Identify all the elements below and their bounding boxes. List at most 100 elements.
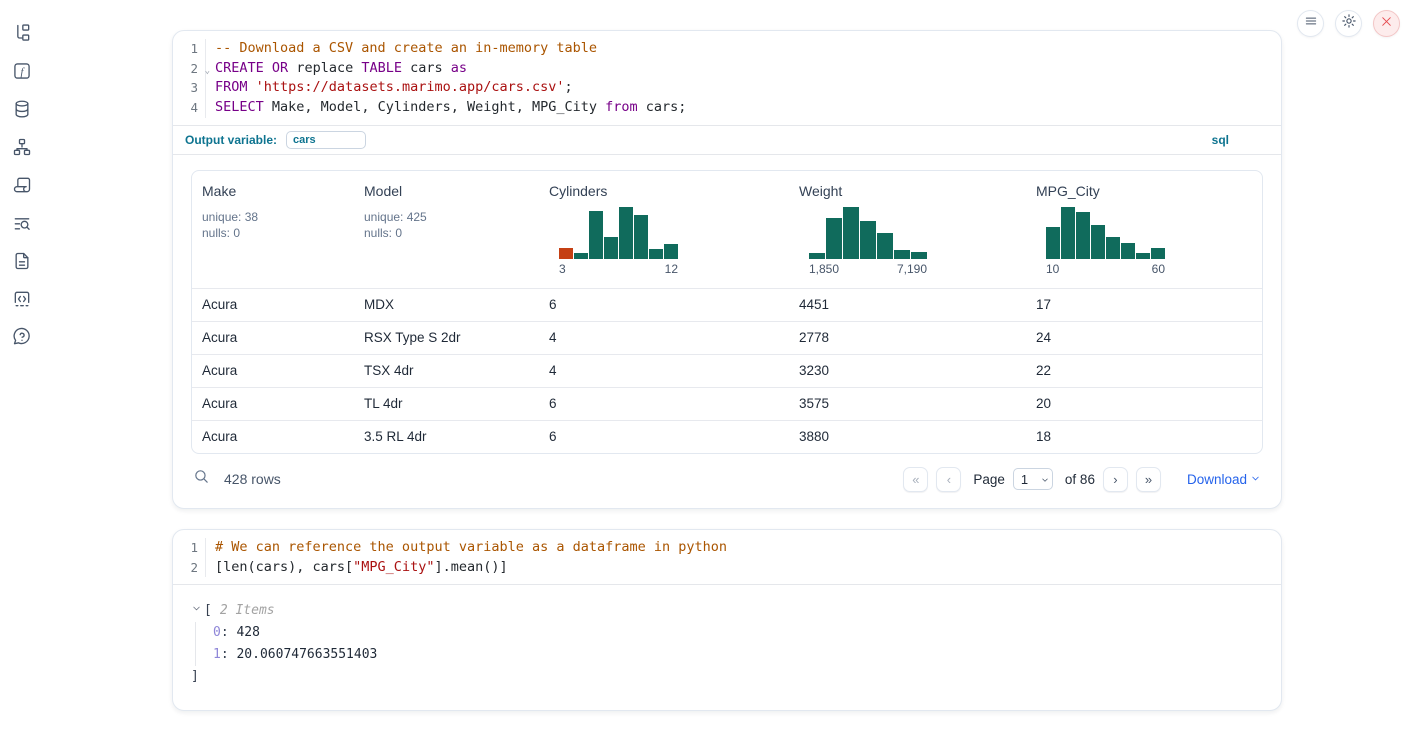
file-explorer-icon[interactable] (11, 22, 33, 44)
histogram-bar (826, 218, 842, 259)
histogram: 1060 (1046, 207, 1165, 276)
pagination: « ‹ Page 1 of 86 › » Download (903, 467, 1261, 492)
python-code-editor[interactable]: 1# We can reference the output variable … (173, 530, 1281, 584)
column-label: Make (202, 183, 354, 199)
first-page-button[interactable]: « (903, 467, 928, 492)
table-header: Make unique: 38nulls: 0Modelunique: 425nu… (192, 171, 1262, 288)
histogram-bar (664, 244, 678, 259)
histogram: 1,8507,190 (809, 207, 927, 276)
scratchpad-icon[interactable] (11, 174, 33, 196)
code-line: FROM 'https://datasets.marimo.app/cars.c… (206, 78, 573, 98)
line-number: 1 (173, 39, 206, 59)
code-line: [len(cars), cars["MPG_City"].mean()] (206, 558, 508, 578)
table-cell: MDX (354, 297, 539, 312)
table-cell: 3230 (789, 363, 1026, 378)
sql-output-area: Make unique: 38nulls: 0Modelunique: 425nu… (173, 155, 1281, 508)
histogram-bar (1136, 253, 1150, 259)
table-cell: 22 (1026, 363, 1262, 378)
table-body: AcuraMDX6445117AcuraRSX Type S 2dr427782… (192, 288, 1262, 453)
table-cell: 17 (1026, 297, 1262, 312)
open-bracket: [ (204, 600, 212, 622)
line-number: 1 (173, 538, 206, 558)
chevron-down-icon (1250, 472, 1261, 487)
column-stats: unique: 38nulls: 0 (202, 209, 354, 242)
histogram-bar (877, 233, 893, 259)
table-cell: 24 (1026, 330, 1262, 345)
hamburger-icon (1304, 14, 1318, 33)
documentation-icon[interactable] (11, 250, 33, 272)
download-label: Download (1187, 472, 1247, 487)
table-cell: 6 (539, 297, 789, 312)
tree-entries: 0: 4281: 20.060747663551403 (195, 622, 1263, 666)
page-select[interactable]: 1 (1013, 468, 1053, 490)
table-cell: Acura (192, 330, 354, 345)
histogram-bar (574, 253, 588, 259)
table-cell: Acura (192, 363, 354, 378)
help-icon[interactable] (11, 326, 33, 348)
histogram-bar (589, 211, 603, 259)
output-variable-input[interactable] (286, 131, 366, 149)
notebook-actions (1297, 10, 1400, 37)
variables-icon[interactable]: f (11, 60, 33, 82)
cell-sql: 1-- Download a CSV and create an in-memo… (172, 30, 1282, 509)
logs-icon[interactable] (11, 212, 33, 234)
data-table: Make unique: 38nulls: 0Modelunique: 425nu… (191, 170, 1263, 454)
chevron-down-icon (191, 600, 202, 622)
notebook-main: 1-- Download a CSV and create an in-memo… (172, 30, 1282, 711)
table-cell: 6 (539, 396, 789, 411)
line-number: 3 (173, 78, 206, 98)
line-number: 2⌄ (173, 59, 206, 79)
gear-icon (1341, 13, 1357, 34)
tree-root[interactable]: [ 2 Items (191, 600, 1263, 622)
previous-page-button[interactable]: ‹ (936, 467, 961, 492)
dependency-graph-icon[interactable] (11, 136, 33, 158)
table-cell: 3575 (789, 396, 1026, 411)
table-cell: 6 (539, 429, 789, 444)
histogram-bar (1151, 248, 1165, 259)
row-count: 428 rows (224, 471, 281, 487)
settings-button[interactable] (1335, 10, 1362, 37)
table-cell: 3880 (789, 429, 1026, 444)
menu-button[interactable] (1297, 10, 1324, 37)
table-cell: 2778 (789, 330, 1026, 345)
last-page-button[interactable]: » (1136, 467, 1161, 492)
column-header-mpg_city[interactable]: MPG_City 1060 (1026, 171, 1262, 288)
table-cell: 18 (1026, 429, 1262, 444)
histogram-bar (634, 215, 648, 259)
column-label: MPG_City (1036, 183, 1262, 199)
shutdown-button[interactable] (1373, 10, 1400, 37)
sql-code-editor[interactable]: 1-- Download a CSV and create an in-memo… (173, 31, 1281, 125)
column-header-weight[interactable]: Weight1,8507,190 (789, 171, 1026, 288)
page-select-wrap: 1 (1013, 468, 1053, 490)
histogram-axis: 1060 (1046, 262, 1165, 276)
python-output-tree: [ 2 Items 0: 4281: 20.060747663551403 ] (173, 584, 1281, 710)
table-row: AcuraRSX Type S 2dr4277824 (192, 321, 1262, 354)
column-header-cylinders[interactable]: Cylinders312 (539, 171, 789, 288)
table-cell: 20 (1026, 396, 1262, 411)
histogram-bar (1091, 225, 1105, 259)
output-variable-row: Output variable: sql (173, 125, 1281, 155)
close-bracket: ] (191, 666, 1263, 688)
table-cell: 4 (539, 363, 789, 378)
histogram-bar (619, 207, 633, 259)
table-footer: 428 rows « ‹ Page 1 of 86 › » Download (191, 454, 1263, 500)
download-button[interactable]: Download (1187, 472, 1261, 487)
tree-entry: 1: 20.060747663551403 (213, 644, 1263, 666)
table-row: AcuraMDX6445117 (192, 288, 1262, 321)
table-cell: Acura (192, 297, 354, 312)
svg-text:f: f (20, 66, 25, 78)
search-icon[interactable] (193, 468, 210, 490)
snippets-icon[interactable] (11, 288, 33, 310)
histogram-bar (559, 248, 573, 259)
page-label: Page (973, 472, 1005, 487)
column-header-model[interactable]: Modelunique: 425nulls: 0 (354, 171, 539, 288)
table-cell: TL 4dr (354, 396, 539, 411)
next-page-button[interactable]: › (1103, 467, 1128, 492)
tree-entry: 0: 428 (213, 622, 1263, 644)
datasources-icon[interactable] (11, 98, 33, 120)
column-header-make[interactable]: Make unique: 38nulls: 0 (192, 171, 354, 288)
page-total: of 86 (1065, 472, 1095, 487)
column-label: Cylinders (549, 183, 789, 199)
language-badge: sql (1212, 133, 1269, 147)
histogram-bar (894, 250, 910, 259)
